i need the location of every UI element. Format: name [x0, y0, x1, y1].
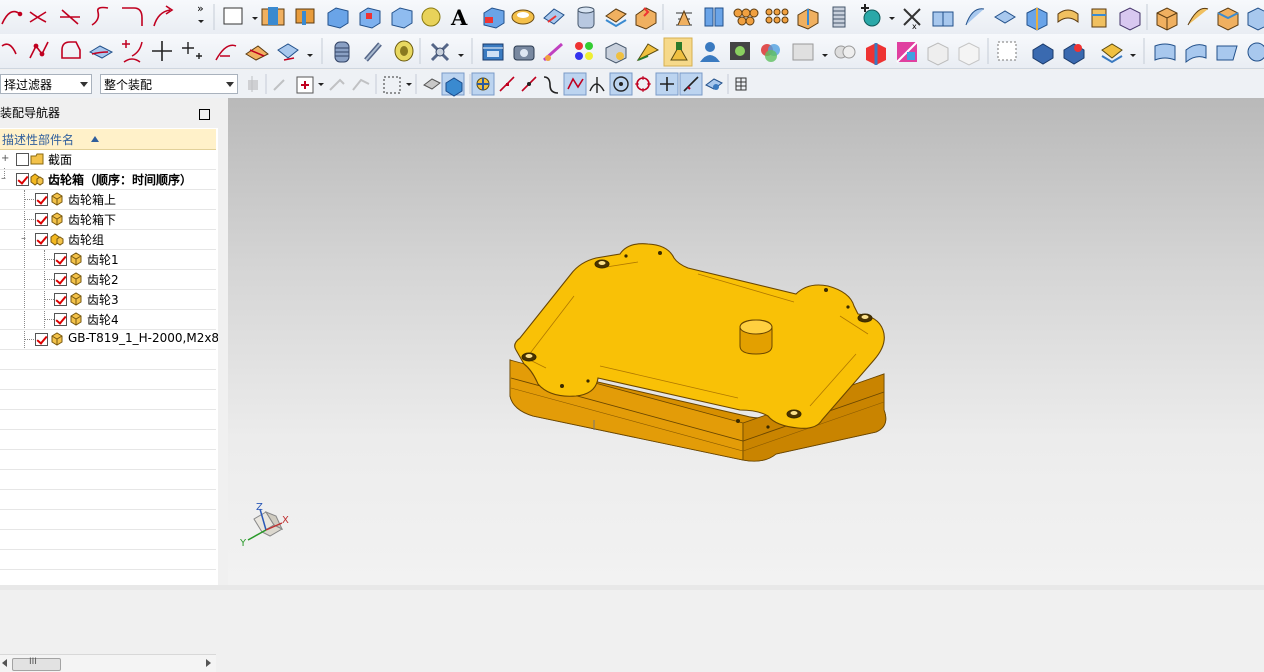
tree-item-label: 齿轮1 — [87, 253, 119, 267]
toolbar-row-curves: » A x — [0, 0, 1264, 35]
visibility-checkbox[interactable] — [35, 193, 48, 206]
part-icon — [51, 212, 63, 226]
svg-text:x: x — [912, 22, 917, 31]
svg-text:A: A — [450, 5, 468, 30]
navigator-title-bar: 装配导航器 — [0, 98, 218, 128]
navigator-title: 装配导航器 — [0, 106, 61, 120]
empty-row — [0, 349, 216, 370]
tree-row-gear-4[interactable]: 齿轮4 — [0, 309, 216, 330]
tree-item-label: 齿轮箱上 — [68, 193, 117, 207]
empty-row — [0, 409, 216, 430]
tree-item-label: 齿轮2 — [87, 273, 119, 287]
empty-row — [0, 509, 216, 530]
visibility-checkbox[interactable] — [54, 293, 67, 306]
part-icon — [70, 292, 82, 306]
assembly-icon — [30, 173, 44, 186]
visibility-checkbox[interactable] — [54, 313, 67, 326]
tree-item-label: 齿轮箱下 — [68, 213, 117, 227]
visibility-checkbox[interactable] — [35, 213, 48, 226]
scroll-right-arrow-icon[interactable] — [206, 659, 211, 667]
maximize-panel-button[interactable] — [199, 109, 210, 120]
tree-item-label: 截面 — [48, 153, 73, 167]
tree-item-label: 齿轮箱（顺序：时间顺序） — [48, 173, 193, 187]
curve-tools-icons[interactable]: » A x — [0, 0, 1264, 34]
visibility-checkbox[interactable] — [35, 333, 48, 346]
scroll-thumb[interactable]: III — [12, 657, 61, 671]
tree-item-label: 齿轮3 — [87, 293, 119, 307]
empty-row — [0, 489, 216, 510]
visibility-checkbox[interactable] — [35, 233, 48, 246]
tree-row-screw[interactable]: GB-T819_1_H-2000,M2x8 — [0, 329, 220, 350]
assembly-icon — [50, 233, 64, 246]
selection-bar: 择过滤器 整个装配 — [0, 70, 1264, 99]
tree-row-gear-3[interactable]: 齿轮3 — [0, 289, 216, 310]
sort-ascending-icon — [91, 136, 99, 142]
triad-x-label: X — [282, 515, 289, 526]
gearbox-model[interactable]: Z X Y — [228, 98, 1264, 585]
folder-icon — [30, 153, 44, 165]
part-icon — [51, 192, 63, 206]
tree-connector — [44, 259, 54, 260]
assembly-navigator: 装配导航器 描述性部件名 + 截面 – 齿轮箱（顺序：时间顺序） 齿轮箱上 齿轮… — [0, 98, 220, 672]
type-filter-dropdown[interactable]: 择过滤器 — [0, 74, 92, 94]
empty-row — [0, 529, 216, 550]
selection-scope-value: 整个装配 — [104, 78, 153, 92]
empty-row — [0, 369, 216, 390]
empty-row — [0, 469, 216, 490]
scroll-grip: III — [29, 657, 37, 667]
tree-row-gear-1[interactable]: 齿轮1 — [0, 249, 216, 270]
visibility-checkbox[interactable] — [16, 173, 29, 186]
toolbar-row-features — [0, 34, 1264, 69]
column-header-label: 描述性部件名 — [2, 133, 75, 147]
tree-row-gear-2[interactable]: 齿轮2 — [0, 269, 216, 290]
empty-row — [0, 449, 216, 470]
empty-row — [0, 389, 216, 410]
part-icon — [70, 272, 82, 286]
graphics-window[interactable]: Z X Y — [228, 98, 1264, 585]
collapse-icon[interactable]: – — [21, 234, 28, 244]
tree-row-gearbox-lower[interactable]: 齿轮箱下 — [0, 209, 216, 230]
overflow-chevron: » — [197, 2, 204, 15]
type-filter-value: 择过滤器 — [4, 78, 53, 92]
tree-connector — [24, 219, 34, 220]
column-header-part-name[interactable]: 描述性部件名 — [0, 129, 216, 150]
tree-connector — [44, 299, 54, 300]
empty-row — [0, 549, 216, 570]
part-icon — [70, 312, 82, 326]
view-triad: Z X Y — [239, 502, 289, 549]
tree-connector — [44, 279, 54, 280]
tree-connector — [24, 199, 34, 200]
triad-z-label: Z — [256, 502, 263, 513]
horizontal-scrollbar[interactable]: III — [0, 654, 216, 672]
selection-scope-dropdown[interactable]: 整个装配 — [100, 74, 238, 94]
tree-item-label: 齿轮组 — [68, 233, 105, 247]
tree-row-gearbox-assembly[interactable]: – 齿轮箱（顺序：时间顺序） — [0, 169, 216, 190]
tree-item-label: 齿轮4 — [87, 313, 119, 327]
visibility-checkbox[interactable] — [16, 153, 29, 166]
part-icon — [70, 252, 82, 266]
part-icon — [51, 332, 63, 346]
tree-item-label: GB-T819_1_H-2000,M2x8 — [68, 331, 220, 345]
collapse-icon[interactable]: – — [1, 174, 8, 184]
snap-point-icons[interactable] — [244, 70, 1264, 98]
status-bar — [0, 585, 1264, 590]
feature-tools-icons[interactable] — [0, 34, 1264, 68]
tree-connector — [44, 319, 54, 320]
empty-row — [0, 429, 216, 450]
tree-row-gearbox-upper[interactable]: 齿轮箱上 — [0, 189, 216, 210]
tree-row-gear-group[interactable]: – 齿轮组 — [0, 229, 216, 250]
visibility-checkbox[interactable] — [54, 273, 67, 286]
expand-icon[interactable]: + — [1, 154, 9, 164]
scroll-left-arrow-icon[interactable] — [2, 659, 7, 667]
triad-y-label: Y — [239, 538, 247, 549]
visibility-checkbox[interactable] — [54, 253, 67, 266]
tree-connector — [24, 339, 34, 340]
tree-row-section[interactable]: + 截面 — [0, 149, 216, 170]
